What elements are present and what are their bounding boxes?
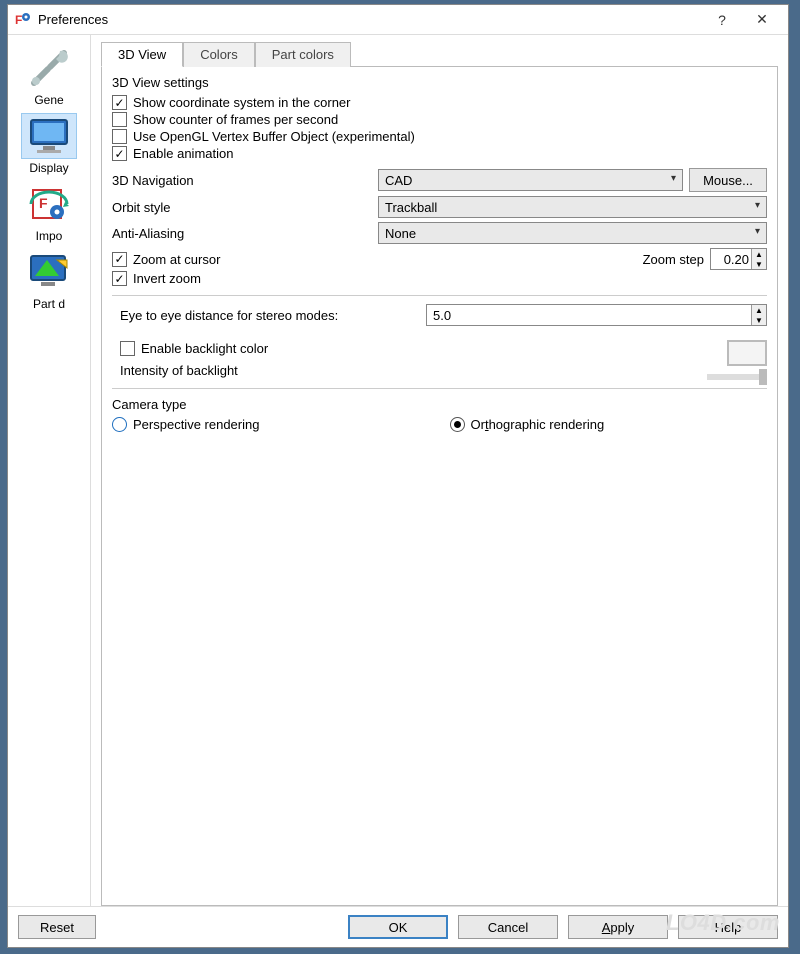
checkbox-enable-backlight[interactable]: Enable backlight color: [120, 340, 707, 357]
zoom-step-input[interactable]: [711, 249, 751, 269]
tab-colors[interactable]: Colors: [183, 42, 255, 67]
help-icon[interactable]: ?: [702, 5, 742, 35]
reset-button[interactable]: Reset: [18, 915, 96, 939]
spin-eye-distance[interactable]: ▲ ▼: [426, 304, 767, 326]
divider: [112, 295, 767, 296]
sidebar-item-display[interactable]: Display: [8, 109, 90, 177]
backlight-intensity-slider[interactable]: [707, 374, 767, 380]
radio-perspective[interactable]: Perspective rendering: [112, 416, 430, 433]
titlebar: F Preferences ? ✕: [8, 5, 788, 35]
check-icon: [112, 129, 127, 144]
checkbox-show-fps[interactable]: Show counter of frames per second: [112, 111, 767, 128]
radio-label: Orthographic rendering: [471, 417, 605, 432]
radio-icon: [450, 417, 465, 432]
part-design-icon: [21, 249, 77, 295]
spin-zoom-step[interactable]: ▲ ▼: [710, 248, 767, 270]
svg-text:F: F: [39, 195, 48, 211]
svg-text:F: F: [15, 13, 22, 27]
check-icon: ✓: [112, 252, 127, 267]
radio-icon: [112, 417, 127, 432]
eye-distance-input[interactable]: [427, 305, 751, 325]
sidebar-item-general[interactable]: Gene: [8, 41, 90, 109]
checkbox-use-vbo[interactable]: Use OpenGL Vertex Buffer Object (experim…: [112, 128, 767, 145]
checkbox-invert-zoom[interactable]: ✓ Invert zoom: [112, 270, 767, 287]
tab-panel-3d-view: 3D View settings ✓ Show coordinate syste…: [101, 66, 778, 906]
cancel-button[interactable]: Cancel: [458, 915, 558, 939]
sidebar-item-label: Impo: [14, 229, 84, 243]
spin-up-icon[interactable]: ▲: [752, 305, 766, 315]
tools-icon: [21, 45, 77, 91]
footer: Reset OK Cancel Apply Help: [8, 906, 788, 947]
check-icon: [112, 112, 127, 127]
spin-up-icon[interactable]: ▲: [752, 249, 766, 259]
main-panel: 3D View Colors Part colors 3D View setti…: [91, 35, 788, 906]
sidebar-item-partdesign[interactable]: Part d: [8, 245, 90, 313]
tab-3d-view[interactable]: 3D View: [101, 42, 183, 67]
sidebar-item-label: Gene: [14, 93, 84, 107]
spin-down-icon[interactable]: ▼: [752, 259, 766, 269]
radio-orthographic[interactable]: Orthographic rendering: [450, 416, 768, 433]
radio-label: Perspective rendering: [133, 417, 259, 432]
monitor-icon: [21, 113, 77, 159]
divider: [112, 388, 767, 389]
sidebar: Gene Display F: [8, 35, 91, 906]
combo-orbit-style[interactable]: Trackball: [378, 196, 767, 218]
checkbox-label: Invert zoom: [133, 271, 201, 286]
checkbox-label: Show counter of frames per second: [133, 112, 338, 127]
checkbox-label: Zoom at cursor: [133, 252, 220, 267]
checkbox-enable-animation[interactable]: ✓ Enable animation: [112, 145, 767, 162]
label-intensity: Intensity of backlight: [120, 363, 707, 378]
checkbox-zoom-cursor[interactable]: ✓ Zoom at cursor: [112, 251, 220, 268]
sidebar-item-label: Display: [14, 161, 84, 175]
apply-button[interactable]: Apply: [568, 915, 668, 939]
window-title: Preferences: [38, 12, 702, 27]
combo-value: Trackball: [385, 200, 437, 215]
close-icon[interactable]: ✕: [742, 5, 782, 35]
import-icon: F: [21, 181, 77, 227]
checkbox-label: Use OpenGL Vertex Buffer Object (experim…: [133, 129, 415, 144]
group-title-3d-view: 3D View settings: [112, 75, 767, 90]
checkbox-label: Enable backlight color: [141, 341, 268, 356]
label-anti-aliasing: Anti-Aliasing: [112, 226, 372, 241]
spin-down-icon[interactable]: ▼: [752, 315, 766, 325]
app-icon: F: [14, 11, 32, 29]
sidebar-item-import[interactable]: F Impo: [8, 177, 90, 245]
label-zoom-step: Zoom step: [643, 252, 704, 267]
combo-anti-aliasing[interactable]: None: [378, 222, 767, 244]
checkbox-label: Enable animation: [133, 146, 233, 161]
spin-buttons: ▲ ▼: [751, 249, 766, 269]
checkbox-label: Show coordinate system in the corner: [133, 95, 351, 110]
check-icon: ✓: [112, 271, 127, 286]
combo-value: CAD: [385, 173, 412, 188]
label-orbit-style: Orbit style: [112, 200, 372, 215]
combo-3d-navigation[interactable]: CAD: [378, 169, 683, 191]
tabs: 3D View Colors Part colors: [101, 41, 778, 66]
checkbox-show-coordinate[interactable]: ✓ Show coordinate system in the corner: [112, 94, 767, 111]
mouse-button[interactable]: Mouse...: [689, 168, 767, 192]
label-eye-distance: Eye to eye distance for stereo modes:: [120, 308, 420, 323]
help-button[interactable]: Help: [678, 915, 778, 939]
backlight-color-swatch[interactable]: [727, 340, 767, 366]
check-icon: ✓: [112, 146, 127, 161]
combo-value: None: [385, 226, 416, 241]
group-title-camera: Camera type: [112, 397, 767, 412]
spin-buttons: ▲ ▼: [751, 305, 766, 325]
check-icon: ✓: [112, 95, 127, 110]
tab-part-colors[interactable]: Part colors: [255, 42, 351, 67]
ok-button[interactable]: OK: [348, 915, 448, 939]
preferences-dialog: F Preferences ? ✕ Gene: [7, 4, 789, 948]
sidebar-item-label: Part d: [14, 297, 84, 311]
label-3d-navigation: 3D Navigation: [112, 173, 372, 188]
check-icon: [120, 341, 135, 356]
dialog-body: Gene Display F: [8, 35, 788, 906]
